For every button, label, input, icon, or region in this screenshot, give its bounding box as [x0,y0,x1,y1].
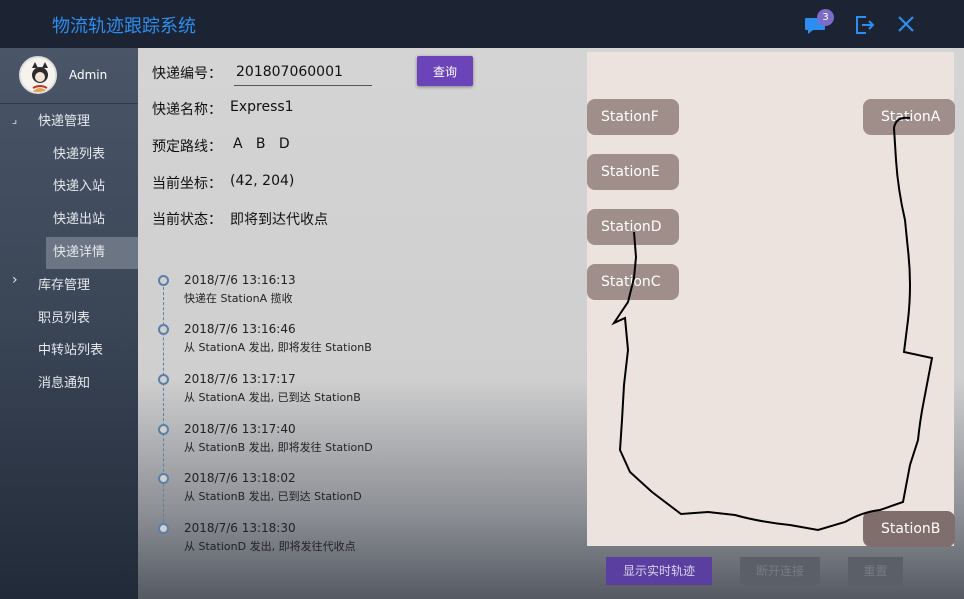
coordinate-label: 当前坐标： [152,176,222,192]
express-name-value: Express1 [230,99,294,115]
timeline-desc: 从 StationB 发出, 已到达 StationD [184,490,362,503]
sidebar-item-stations[interactable]: 中转站列表 [38,336,103,366]
sidebar-item-express-detail[interactable]: 快递详情 [53,238,105,268]
sidebar-item-staff[interactable]: 职员列表 [38,304,90,334]
coordinate-value: (42, 204) [230,173,295,189]
title-bar: 物流轨迹跟踪系统 3 [0,0,964,48]
app-title: 物流轨迹跟踪系统 [52,16,196,37]
avatar-image [21,58,55,92]
route-value: A B D [233,136,290,152]
timeline-time: 2018/7/6 13:18:02 [184,471,296,485]
timeline-dot [158,374,169,385]
timeline-time: 2018/7/6 13:16:46 [184,322,296,336]
sidebar-item-express-inbound[interactable]: 快递入站 [53,172,105,202]
express-name-label: 快递名称： [152,102,222,118]
station-a[interactable]: StationA [863,99,955,135]
disconnect-button[interactable]: 断开连接 [740,557,820,585]
expand-arrow-icon[interactable]: ⌟ [12,113,17,126]
sidebar-item-inventory[interactable]: 库存管理 [38,271,90,301]
notification-badge: 3 [817,9,834,26]
status-value: 即将到达代收点 [230,212,328,228]
reset-button[interactable]: 重置 [848,557,903,585]
query-button[interactable]: 查询 [417,56,473,86]
collapse-arrow-icon[interactable]: › [12,272,18,288]
route-label: 预定路线： [152,139,222,155]
express-number-label: 快递编号： [152,66,222,82]
timeline-desc: 从 StationB 发出, 即将发往 StationD [184,441,373,454]
timeline-time: 2018/7/6 13:17:40 [184,422,296,436]
user-panel: Admin [0,48,138,104]
sidebar: Admin ⌟ 快递管理 快递列表 快递入站 快递出站 快递详情 › 库存管理 … [0,48,138,599]
timeline-dot [158,473,169,484]
sidebar-item-express-list[interactable]: 快递列表 [53,140,105,170]
station-c[interactable]: StationC [587,264,679,300]
station-b[interactable]: StationB [863,511,955,547]
logout-icon[interactable] [853,14,875,36]
timeline-time: 2018/7/6 13:18:30 [184,521,296,535]
timeline-dot [158,275,169,286]
timeline-desc: 从 StationA 发出, 即将发往 StationB [184,341,372,354]
timeline-dot [158,424,169,435]
show-realtime-track-button[interactable]: 显示实时轨迹 [606,557,712,585]
status-label: 当前状态： [152,212,222,228]
sidebar-item-express-outbound[interactable]: 快递出站 [53,205,105,235]
timeline-dot [158,324,169,335]
timeline-time: 2018/7/6 13:17:17 [184,372,296,386]
avatar[interactable] [19,56,57,94]
station-d[interactable]: StationD [587,209,679,245]
username: Admin [69,68,108,82]
timeline-desc: 从 StationA 发出, 已到达 StationB [184,391,361,404]
timeline-dot [158,523,169,534]
timeline-time: 2018/7/6 13:16:13 [184,273,296,287]
timeline-connector [163,282,164,532]
close-icon[interactable] [897,15,915,33]
sidebar-item-messages[interactable]: 消息通知 [38,369,90,399]
station-e[interactable]: StationE [587,154,679,190]
station-f[interactable]: StationF [587,99,679,135]
timeline-desc: 从 StationD 发出, 即将发往代收点 [184,540,356,553]
timeline-desc: 快递在 StationA 揽收 [184,292,293,305]
sidebar-item-express-management[interactable]: 快递管理 [38,107,90,137]
express-number-input[interactable] [234,58,372,86]
